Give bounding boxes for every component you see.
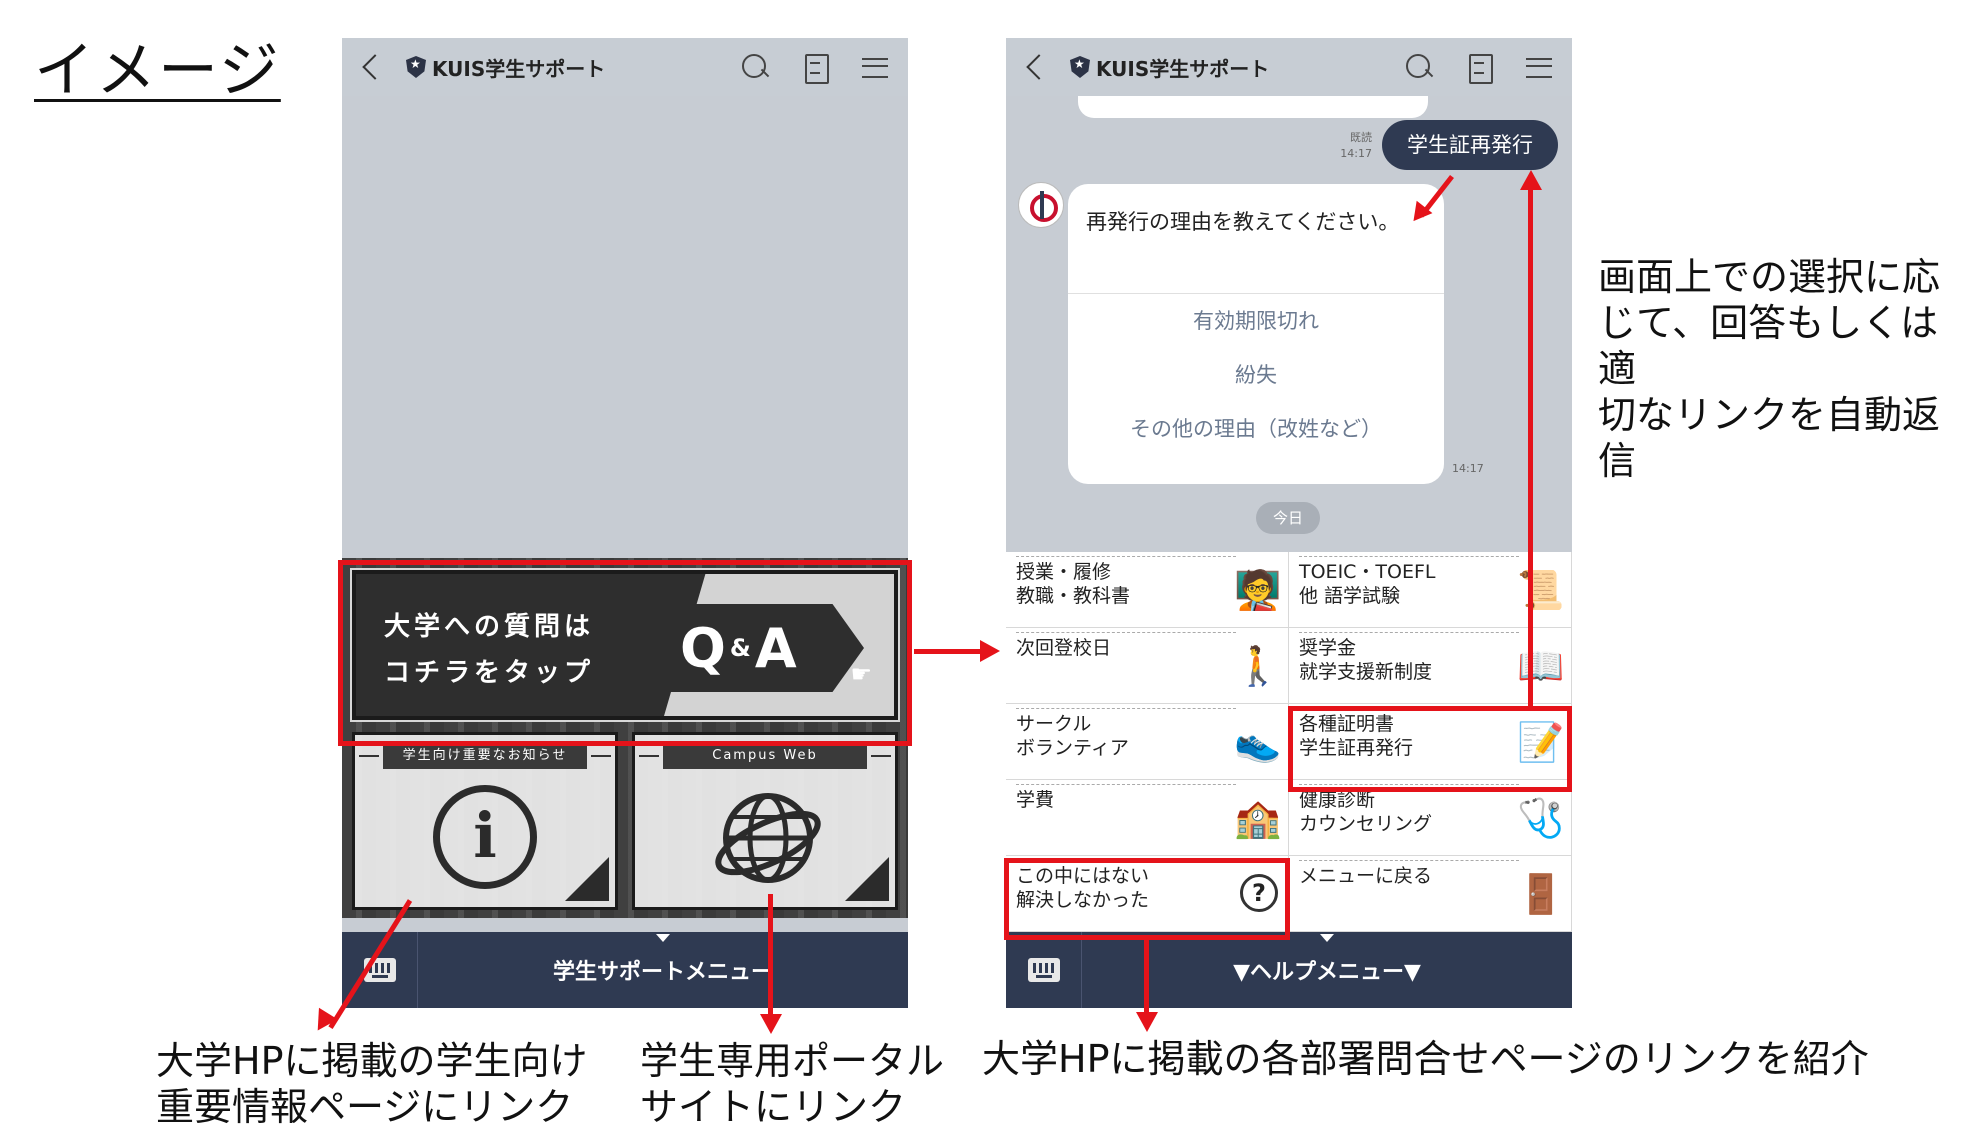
arrow-head (980, 640, 1000, 662)
chat-title: KUIS学生サポート (1096, 56, 1270, 81)
arrow-qa-to-chat (914, 649, 984, 654)
menu-item-back[interactable]: メニューに戻る 🚪 (1289, 856, 1572, 932)
menu-item-tuition[interactable]: 学費 🏫 (1006, 780, 1289, 856)
book-pen-icon: 📖 (1517, 644, 1565, 688)
search-icon[interactable] (1404, 52, 1434, 82)
keyboard-icon[interactable] (1027, 958, 1060, 982)
caption-info: 大学HPに掲載の学生向け 重要情報ページにリンク (156, 1039, 588, 1129)
search-icon[interactable] (740, 52, 770, 82)
corner-triangle-icon (565, 857, 609, 901)
chat-header: KUIS学生サポート (1006, 38, 1572, 96)
caption-portal: 学生専用ポータル サイトにリンク (640, 1039, 945, 1129)
arrow-depts (1144, 940, 1149, 1014)
bot-message-time: 14:17 (1452, 462, 1484, 475)
hamburger-menu-icon[interactable] (860, 52, 890, 82)
arrow-head (1136, 1012, 1158, 1032)
stethoscope-icon: 🩺 (1517, 796, 1565, 840)
arrow-head (1520, 170, 1542, 190)
highlight-certificates (1288, 706, 1572, 792)
globe-icon (715, 793, 821, 883)
date-divider: 今日 (1256, 502, 1320, 534)
shield-icon (1070, 56, 1090, 78)
option-other[interactable]: その他の理由（改姓など） (1068, 402, 1444, 456)
teacher-icon: 🧑‍🏫 (1234, 568, 1282, 612)
note-icon[interactable] (1464, 52, 1494, 84)
back-icon[interactable] (360, 56, 382, 78)
help-menu-toggle[interactable]: ▼ヘルプメニュー▼ (1082, 934, 1572, 986)
slide-title: イメージ (34, 36, 281, 106)
previous-bubble (1078, 96, 1428, 118)
bot-question: 再発行の理由を教えてください。 (1068, 184, 1444, 294)
campus-web-button[interactable]: Campus Web (632, 732, 898, 910)
university-logo-avatar (1018, 182, 1064, 228)
building-icon: 🏫 (1234, 796, 1282, 840)
arrow-certificates-up (1528, 184, 1533, 708)
read-receipt: 既読 14:17 (1340, 131, 1372, 160)
rich-menu-toggle[interactable]: 学生サポートメニュー (418, 934, 908, 986)
option-lost[interactable]: 紛失 (1068, 348, 1444, 402)
arrow-head (308, 1007, 338, 1037)
chat-header: KUIS学生サポート (342, 38, 908, 96)
info-icon: i (433, 785, 537, 889)
web-panel-label: Campus Web (639, 743, 891, 769)
caption-depts: 大学HPに掲載の各部署問合せページのリンクを紹介 (982, 1037, 1869, 1081)
bot-message-bubble: 再発行の理由を教えてください。 有効期限切れ 紛失 その他の理由（改姓など） (1068, 184, 1444, 484)
shoe-icon: 👟 (1234, 720, 1282, 764)
menu-item-circle[interactable]: サークル ボランティア 👟 (1006, 704, 1289, 780)
info-panel-label: 学生向け重要なお知らせ (359, 743, 611, 769)
corner-triangle-icon (845, 857, 889, 901)
shield-icon (406, 56, 426, 78)
rich-menu-bar[interactable]: 学生サポートメニュー (342, 932, 908, 1008)
arrow-head (760, 1014, 782, 1034)
note-icon[interactable] (800, 52, 830, 84)
back-icon[interactable] (1024, 56, 1046, 78)
menu-item-next-school-day[interactable]: 次回登校日 🚶 (1006, 628, 1289, 704)
highlight-qa (338, 560, 912, 746)
certificate-icon: 📜 (1517, 568, 1565, 612)
right-note: 画面上での選択に応 じて、回答もしくは適 切なリンクを自動返信 (1598, 255, 1941, 483)
hamburger-menu-icon[interactable] (1524, 52, 1554, 82)
walking-person-icon: 🚶 (1234, 644, 1282, 688)
menu-item-classes[interactable]: 授業・履修 教職・教科書 🧑‍🏫 (1006, 552, 1289, 628)
exit-icon: 🚪 (1517, 872, 1565, 916)
highlight-not-listed (1004, 858, 1290, 940)
option-expired[interactable]: 有効期限切れ (1068, 294, 1444, 348)
left-phone-screen: KUIS学生サポート 大学への質問は コチラをタップ Q&A ☛ 学生向け重要な… (342, 38, 908, 1008)
important-notice-button[interactable]: 学生向け重要なお知らせ i (352, 732, 618, 910)
help-menu-bar[interactable]: ▼ヘルプメニュー▼ (1006, 932, 1572, 1008)
chat-title: KUIS学生サポート (432, 56, 606, 81)
user-message-bubble: 学生証再発行 (1382, 120, 1558, 170)
arrow-portal (768, 894, 773, 1016)
